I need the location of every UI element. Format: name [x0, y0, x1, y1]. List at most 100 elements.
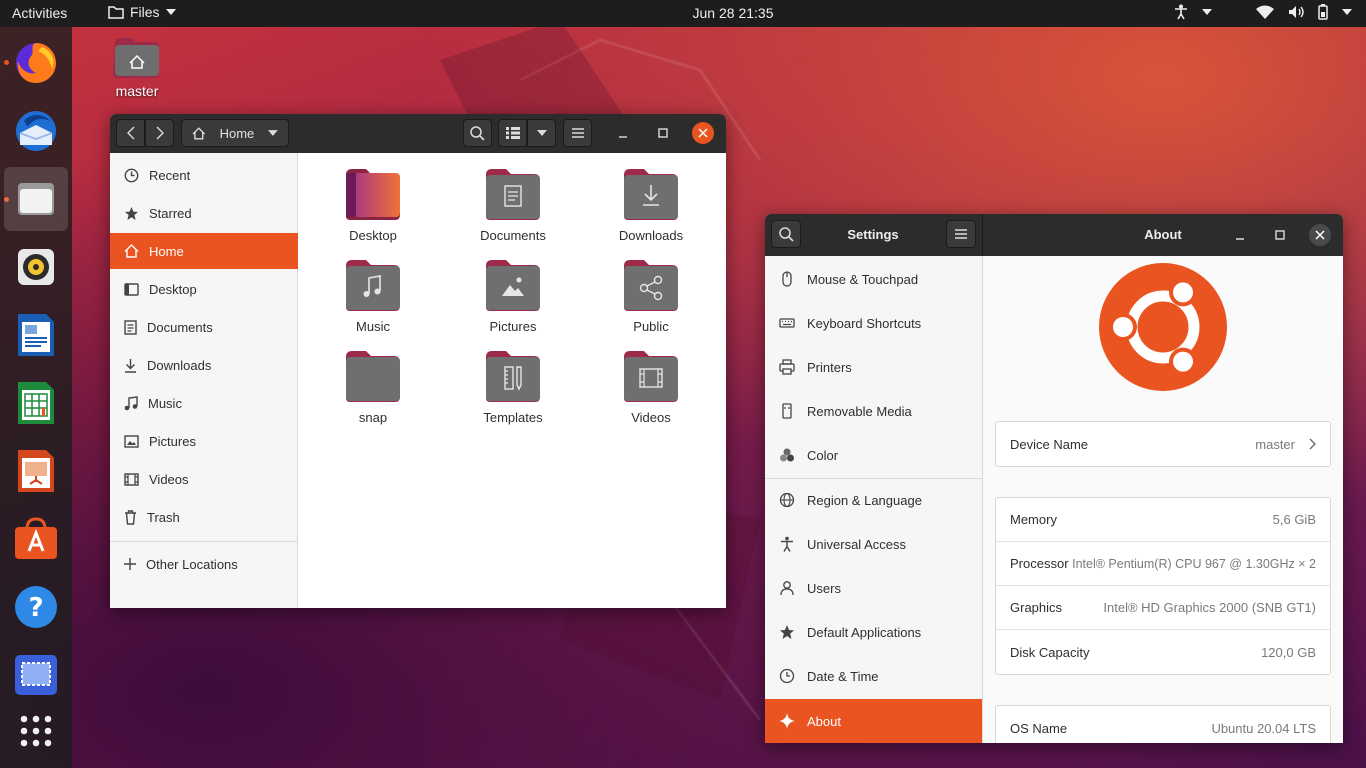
chevron-down-icon[interactable] [1342, 9, 1352, 15]
processor-row: Processor Intel® Pentium(R) CPU 967 @ 1.… [996, 542, 1330, 586]
location-label: Home [219, 125, 255, 141]
music-folder-icon [346, 260, 400, 311]
help-launcher[interactable]: ? [4, 575, 68, 639]
desktop-icon [124, 282, 139, 296]
settings-item-removable-media[interactable]: Removable Media [765, 389, 982, 433]
sidebar-item-pictures[interactable]: Pictures [110, 423, 298, 459]
view-list-button[interactable] [498, 119, 527, 147]
sidebar-item-music[interactable]: Music [110, 385, 298, 421]
settings-item-label: Mouse & Touchpad [807, 271, 919, 287]
minimize-button[interactable] [612, 122, 634, 144]
chevron-down-icon [536, 130, 547, 136]
sidebar-item-starred[interactable]: Starred [110, 195, 298, 231]
chevron-down-icon[interactable] [1202, 9, 1212, 15]
firefox-launcher[interactable] [4, 31, 68, 95]
sidebar-item-label: Recent [149, 167, 191, 183]
settings-item-region[interactable]: Region & Language [765, 478, 982, 522]
os-name-value: Ubuntu 20.04 LTS [1211, 720, 1316, 736]
settings-item-mouse[interactable]: Mouse & Touchpad [765, 257, 982, 301]
back-button[interactable] [116, 119, 145, 147]
view-options-button[interactable] [527, 119, 556, 147]
folder-downloads[interactable]: Downloads [591, 167, 711, 243]
folder-label: Desktop [349, 228, 397, 243]
show-applications-button[interactable] [4, 699, 68, 763]
battery-icon[interactable] [1318, 4, 1328, 20]
settings-item-printers[interactable]: Printers [765, 345, 982, 389]
sidebar-item-recent[interactable]: Recent [110, 157, 298, 193]
sidebar-item-desktop[interactable]: Desktop [110, 271, 298, 307]
search-button[interactable] [463, 119, 492, 147]
accessibility-icon[interactable] [1174, 4, 1188, 20]
sidebar-item-label: Pictures [149, 433, 196, 449]
settings-item-color[interactable]: Color [765, 433, 982, 477]
folder-documents[interactable]: Documents [453, 167, 573, 243]
hamburger-icon [955, 229, 967, 239]
public-folder-icon [624, 260, 678, 311]
hardware-card: Memory 5,6 GiB Processor Intel® Pentium(… [995, 497, 1331, 675]
settings-item-about[interactable]: About [765, 699, 982, 743]
chevron-right-icon [1309, 438, 1316, 450]
sidebar-item-label: Starred [149, 205, 192, 221]
sidebar-item-label: Videos [149, 471, 189, 487]
folder-label: Documents [480, 228, 546, 243]
settings-item-universal-access[interactable]: Universal Access [765, 522, 982, 566]
minimize-icon [619, 136, 627, 138]
wifi-icon[interactable] [1256, 5, 1274, 19]
close-button[interactable] [1309, 224, 1331, 246]
software-launcher[interactable] [4, 507, 68, 571]
forward-button[interactable] [145, 119, 174, 147]
settings-menu-button[interactable] [946, 220, 976, 248]
folder-public[interactable]: Public [591, 258, 711, 334]
plus-icon [124, 558, 136, 570]
minimize-button[interactable] [1229, 224, 1251, 246]
settings-item-label: Keyboard Shortcuts [807, 315, 922, 331]
sparkle-icon [779, 713, 795, 729]
folder-pictures[interactable]: Pictures [453, 258, 573, 334]
maximize-button[interactable] [652, 122, 674, 144]
sidebar-item-home[interactable]: Home [110, 233, 298, 269]
settings-item-default-applications[interactable]: Default Applications [765, 610, 982, 654]
folder-templates[interactable]: Templates [453, 349, 573, 425]
volume-icon[interactable] [1288, 5, 1304, 19]
clock[interactable]: Jun 28 21:35 [620, 5, 846, 21]
picture-icon [124, 434, 139, 448]
settings-item-keyboard[interactable]: Keyboard Shortcuts [765, 301, 982, 345]
close-button[interactable] [692, 122, 714, 144]
system-tray[interactable] [1174, 4, 1352, 20]
firefox-icon [16, 43, 57, 83]
sidebar-item-documents[interactable]: Documents [110, 309, 298, 345]
calc-launcher[interactable] [4, 371, 68, 435]
folder-desktop[interactable]: Desktop [313, 167, 433, 243]
desktop-home-icon[interactable]: master [104, 36, 170, 99]
location-bar[interactable]: Home [181, 119, 289, 147]
ubuntu-logo-icon [1099, 263, 1227, 391]
close-icon [1315, 230, 1325, 240]
clock-icon [779, 668, 795, 684]
maximize-button[interactable] [1269, 224, 1291, 246]
rhythmbox-launcher[interactable] [4, 235, 68, 299]
files-launcher[interactable] [4, 167, 68, 231]
writer-launcher[interactable] [4, 303, 68, 367]
music-icon [124, 395, 138, 410]
settings-item-users[interactable]: Users [765, 566, 982, 610]
activities-button[interactable]: Activities [12, 5, 67, 21]
screenshot-launcher[interactable] [4, 643, 68, 707]
folder-snap[interactable]: snap [313, 349, 433, 425]
sidebar-item-downloads[interactable]: Downloads [110, 347, 298, 383]
folder-icon [108, 6, 124, 19]
thunderbird-launcher[interactable] [4, 99, 68, 163]
settings-search-button[interactable] [771, 220, 801, 248]
folder-music[interactable]: Music [313, 258, 433, 334]
settings-item-label: Color [807, 447, 839, 463]
settings-item-date-time[interactable]: Date & Time [765, 654, 982, 698]
removable-media-icon [782, 403, 792, 419]
impress-launcher[interactable] [4, 439, 68, 503]
folder-label: snap [358, 410, 388, 425]
sidebar-item-other-locations[interactable]: Other Locations [110, 546, 298, 582]
folder-videos[interactable]: Videos [591, 349, 711, 425]
sidebar-item-videos[interactable]: Videos [110, 461, 298, 497]
menu-button[interactable] [563, 119, 592, 147]
sidebar-item-trash[interactable]: Trash [110, 499, 298, 535]
app-menu[interactable]: Files [108, 4, 176, 20]
device-name-row[interactable]: Device Name master [996, 422, 1330, 466]
